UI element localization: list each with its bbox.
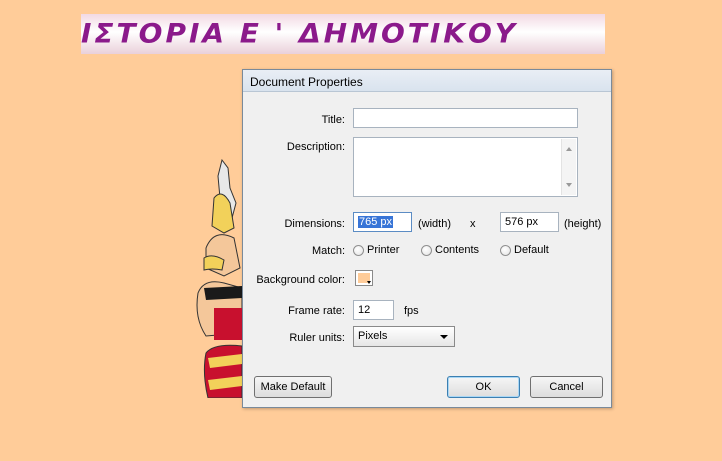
ok-button[interactable]: OK bbox=[447, 376, 520, 398]
dimensions-separator: x bbox=[470, 218, 476, 230]
title-label: Title: bbox=[321, 114, 345, 126]
match-contents-label: Contents bbox=[435, 244, 480, 256]
scroll-up-icon[interactable] bbox=[566, 147, 572, 151]
radio-circle-icon[interactable] bbox=[500, 244, 511, 256]
banner-image: ΙΣΤΟΡΙΑ Ε ' ΔΗΜΟΤΙΚΟΥ bbox=[81, 14, 605, 54]
background-color-label: Background color: bbox=[256, 274, 345, 286]
dialog-title: Document Properties bbox=[243, 70, 611, 92]
width-unit-label: (width) bbox=[418, 218, 452, 230]
cartoon-character-image bbox=[196, 158, 243, 398]
description-label: Description: bbox=[286, 141, 345, 153]
radio-circle-icon[interactable] bbox=[353, 244, 364, 256]
height-input[interactable]: 576 px bbox=[500, 212, 559, 232]
radio-circle-icon[interactable] bbox=[421, 244, 432, 256]
match-label: Match: bbox=[311, 245, 345, 257]
match-default-label: Default bbox=[514, 244, 549, 256]
width-value: 765 px bbox=[358, 216, 394, 228]
width-input[interactable]: 765 px bbox=[353, 212, 412, 232]
ruler-units-value: Pixels bbox=[358, 330, 388, 342]
banner-title: ΙΣΤΟΡΙΑ Ε ' ΔΗΜΟΤΙΚΟΥ bbox=[81, 17, 519, 50]
ruler-units-label: Ruler units: bbox=[289, 332, 345, 344]
frame-rate-input[interactable]: 12 bbox=[353, 300, 394, 320]
document-properties-dialog: Document Properties Title: Description: … bbox=[242, 69, 612, 408]
frame-rate-label: Frame rate: bbox=[288, 305, 345, 317]
title-input[interactable] bbox=[353, 108, 578, 128]
match-printer-label: Printer bbox=[367, 244, 400, 256]
scroll-down-icon[interactable] bbox=[566, 183, 572, 187]
ruler-units-select[interactable]: Pixels bbox=[353, 326, 455, 347]
description-scrollbar[interactable] bbox=[561, 139, 576, 195]
make-default-button[interactable]: Make Default bbox=[254, 376, 332, 398]
chevron-down-icon bbox=[440, 335, 448, 339]
background-color-swatch[interactable] bbox=[355, 270, 373, 286]
match-contents-radio[interactable]: Contents bbox=[421, 244, 479, 256]
description-textarea[interactable] bbox=[353, 137, 578, 197]
match-printer-radio[interactable]: Printer bbox=[353, 244, 399, 256]
dimensions-label: Dimensions: bbox=[284, 218, 345, 230]
cancel-button[interactable]: Cancel bbox=[530, 376, 603, 398]
match-default-radio[interactable]: Default bbox=[500, 244, 549, 256]
dropdown-arrow-icon bbox=[367, 281, 371, 284]
frame-rate-unit: fps bbox=[404, 305, 419, 317]
height-unit-label: (height) bbox=[564, 218, 602, 230]
